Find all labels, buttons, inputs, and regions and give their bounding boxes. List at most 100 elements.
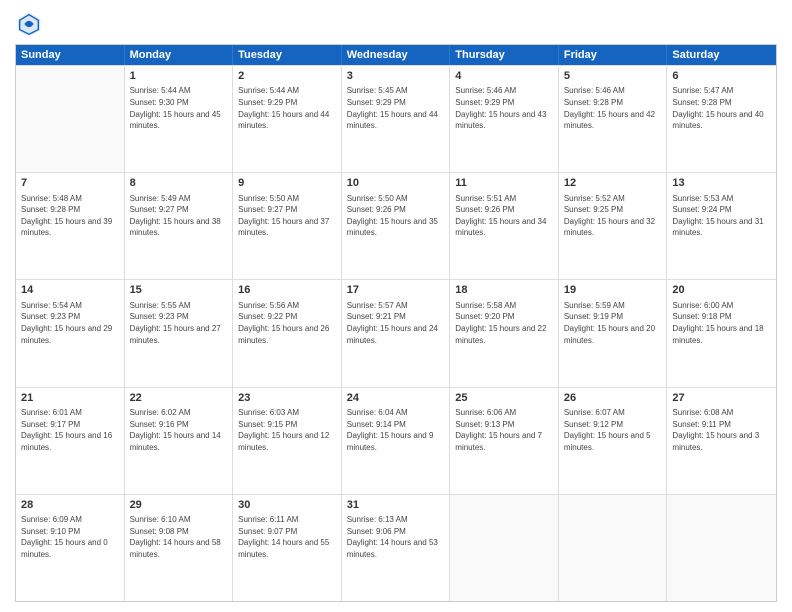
day-cell-11: 11 Sunrise: 5:51 AM Sunset: 9:26 PM Dayli… [450, 173, 559, 279]
week-row-3: 14 Sunrise: 5:54 AM Sunset: 9:23 PM Dayli… [16, 279, 776, 386]
day-cell-28: 28Sunrise: 6:09 AM Sunset: 9:10 PM Dayli… [16, 495, 125, 601]
day-cell-29: 29Sunrise: 6:10 AM Sunset: 9:08 PM Dayli… [125, 495, 234, 601]
day-info-5: Sunrise: 5:46 AM Sunset: 9:28 PM Dayligh… [564, 85, 662, 131]
day-cell-13: 13Sunrise: 5:53 AM Sunset: 9:24 PM Dayli… [667, 173, 776, 279]
day-info-14: Sunrise: 5:54 AM Sunset: 9:23 PM Dayligh… [21, 300, 119, 346]
header-monday: Monday [125, 45, 234, 65]
day-info-25: Sunrise: 6:06 AM Sunset: 9:13 PM Dayligh… [455, 407, 553, 453]
day-info-22: Sunrise: 6:02 AM Sunset: 9:16 PM Dayligh… [130, 407, 228, 453]
day-cell-15: 15 Sunrise: 5:55 AM Sunset: 9:23 PM Dayli… [125, 280, 234, 386]
day-cell-8: 8 Sunrise: 5:49 AM Sunset: 9:27 PM Daylig… [125, 173, 234, 279]
week-row-2: 7Sunrise: 5:48 AM Sunset: 9:28 PM Daylig… [16, 172, 776, 279]
day-cell-23: 23Sunrise: 6:03 AM Sunset: 9:15 PM Dayli… [233, 388, 342, 494]
day-info-4: Sunrise: 5:46 AM Sunset: 9:29 PM Dayligh… [455, 85, 553, 131]
header-thursday: Thursday [450, 45, 559, 65]
empty-cell-w0-0 [16, 66, 125, 172]
day-info-3: Sunrise: 5:45 AM Sunset: 9:29 PM Dayligh… [347, 85, 445, 131]
day-cell-14: 14 Sunrise: 5:54 AM Sunset: 9:23 PM Dayli… [16, 280, 125, 386]
day-info-6: Sunrise: 5:47 AM Sunset: 9:28 PM Dayligh… [672, 85, 771, 131]
day-cell-12: 12 Sunrise: 5:52 AM Sunset: 9:25 PM Dayli… [559, 173, 668, 279]
day-number-13: 13 [672, 176, 771, 191]
day-cell-1: 1Sunrise: 5:44 AM Sunset: 9:30 PM Daylig… [125, 66, 234, 172]
day-cell-9: 9Sunrise: 5:50 AM Sunset: 9:27 PM Daylig… [233, 173, 342, 279]
logo [15, 10, 47, 38]
day-number-24: 24 [347, 391, 445, 406]
day-number-11: 11 [455, 176, 553, 191]
day-cell-5: 5Sunrise: 5:46 AM Sunset: 9:28 PM Daylig… [559, 66, 668, 172]
logo-icon [15, 10, 43, 38]
day-number-21: 21 [21, 391, 119, 406]
day-number-26: 26 [564, 391, 662, 406]
day-number-23: 23 [238, 391, 336, 406]
day-number-27: 27 [672, 391, 771, 406]
day-cell-27: 27Sunrise: 6:08 AM Sunset: 9:11 PM Dayli… [667, 388, 776, 494]
day-number-28: 28 [21, 498, 119, 513]
day-info-10: Sunrise: 5:50 AM Sunset: 9:26 PM Dayligh… [347, 193, 445, 239]
day-number-17: 17 [347, 283, 445, 298]
day-cell-20: 20 Sunrise: 6:00 AM Sunset: 9:18 PM Dayli… [667, 280, 776, 386]
header-tuesday: Tuesday [233, 45, 342, 65]
day-info-11: Sunrise: 5:51 AM Sunset: 9:26 PM Dayligh… [455, 193, 553, 239]
header-sunday: Sunday [16, 45, 125, 65]
day-number-8: 8 [130, 176, 228, 191]
day-number-14: 14 [21, 283, 119, 298]
day-cell-4: 4Sunrise: 5:46 AM Sunset: 9:29 PM Daylig… [450, 66, 559, 172]
day-cell-26: 26Sunrise: 6:07 AM Sunset: 9:12 PM Dayli… [559, 388, 668, 494]
day-number-29: 29 [130, 498, 228, 513]
empty-cell-w4-4 [450, 495, 559, 601]
page: Sunday Monday Tuesday Wednesday Thursday… [0, 0, 792, 612]
day-info-19: Sunrise: 5:59 AM Sunset: 9:19 PM Dayligh… [564, 300, 662, 346]
header-friday: Friday [559, 45, 668, 65]
day-number-16: 16 [238, 283, 336, 298]
calendar-body: 1Sunrise: 5:44 AM Sunset: 9:30 PM Daylig… [16, 65, 776, 601]
day-number-19: 19 [564, 283, 662, 298]
day-info-29: Sunrise: 6:10 AM Sunset: 9:08 PM Dayligh… [130, 514, 228, 560]
day-info-8: Sunrise: 5:49 AM Sunset: 9:27 PM Dayligh… [130, 193, 228, 239]
day-cell-6: 6Sunrise: 5:47 AM Sunset: 9:28 PM Daylig… [667, 66, 776, 172]
week-row-1: 1Sunrise: 5:44 AM Sunset: 9:30 PM Daylig… [16, 65, 776, 172]
day-info-28: Sunrise: 6:09 AM Sunset: 9:10 PM Dayligh… [21, 514, 119, 560]
day-number-15: 15 [130, 283, 228, 298]
calendar: Sunday Monday Tuesday Wednesday Thursday… [15, 44, 777, 602]
week-row-4: 21Sunrise: 6:01 AM Sunset: 9:17 PM Dayli… [16, 387, 776, 494]
day-number-5: 5 [564, 69, 662, 84]
day-cell-19: 19 Sunrise: 5:59 AM Sunset: 9:19 PM Dayli… [559, 280, 668, 386]
day-cell-22: 22Sunrise: 6:02 AM Sunset: 9:16 PM Dayli… [125, 388, 234, 494]
day-cell-17: 17 Sunrise: 5:57 AM Sunset: 9:21 PM Dayli… [342, 280, 451, 386]
day-info-16: Sunrise: 5:56 AM Sunset: 9:22 PM Dayligh… [238, 300, 336, 346]
day-info-15: Sunrise: 5:55 AM Sunset: 9:23 PM Dayligh… [130, 300, 228, 346]
day-info-18: Sunrise: 5:58 AM Sunset: 9:20 PM Dayligh… [455, 300, 553, 346]
day-number-12: 12 [564, 176, 662, 191]
day-info-12: Sunrise: 5:52 AM Sunset: 9:25 PM Dayligh… [564, 193, 662, 239]
day-info-24: Sunrise: 6:04 AM Sunset: 9:14 PM Dayligh… [347, 407, 445, 453]
header-wednesday: Wednesday [342, 45, 451, 65]
empty-cell-w4-5 [559, 495, 668, 601]
day-number-4: 4 [455, 69, 553, 84]
day-info-2: Sunrise: 5:44 AM Sunset: 9:29 PM Dayligh… [238, 85, 336, 131]
day-number-30: 30 [238, 498, 336, 513]
header-saturday: Saturday [667, 45, 776, 65]
day-info-27: Sunrise: 6:08 AM Sunset: 9:11 PM Dayligh… [672, 407, 771, 453]
day-cell-7: 7Sunrise: 5:48 AM Sunset: 9:28 PM Daylig… [16, 173, 125, 279]
day-number-2: 2 [238, 69, 336, 84]
day-info-26: Sunrise: 6:07 AM Sunset: 9:12 PM Dayligh… [564, 407, 662, 453]
day-number-9: 9 [238, 176, 336, 191]
header [15, 10, 777, 38]
day-number-22: 22 [130, 391, 228, 406]
day-info-23: Sunrise: 6:03 AM Sunset: 9:15 PM Dayligh… [238, 407, 336, 453]
day-cell-21: 21Sunrise: 6:01 AM Sunset: 9:17 PM Dayli… [16, 388, 125, 494]
day-cell-30: 30Sunrise: 6:11 AM Sunset: 9:07 PM Dayli… [233, 495, 342, 601]
day-number-20: 20 [672, 283, 771, 298]
day-info-20: Sunrise: 6:00 AM Sunset: 9:18 PM Dayligh… [672, 300, 771, 346]
day-cell-16: 16 Sunrise: 5:56 AM Sunset: 9:22 PM Dayli… [233, 280, 342, 386]
day-number-31: 31 [347, 498, 445, 513]
day-cell-2: 2Sunrise: 5:44 AM Sunset: 9:29 PM Daylig… [233, 66, 342, 172]
day-info-1: Sunrise: 5:44 AM Sunset: 9:30 PM Dayligh… [130, 85, 228, 131]
day-cell-10: 10 Sunrise: 5:50 AM Sunset: 9:26 PM Dayli… [342, 173, 451, 279]
day-number-18: 18 [455, 283, 553, 298]
day-number-10: 10 [347, 176, 445, 191]
day-number-7: 7 [21, 176, 119, 191]
day-info-17: Sunrise: 5:57 AM Sunset: 9:21 PM Dayligh… [347, 300, 445, 346]
day-number-3: 3 [347, 69, 445, 84]
day-info-30: Sunrise: 6:11 AM Sunset: 9:07 PM Dayligh… [238, 514, 336, 560]
